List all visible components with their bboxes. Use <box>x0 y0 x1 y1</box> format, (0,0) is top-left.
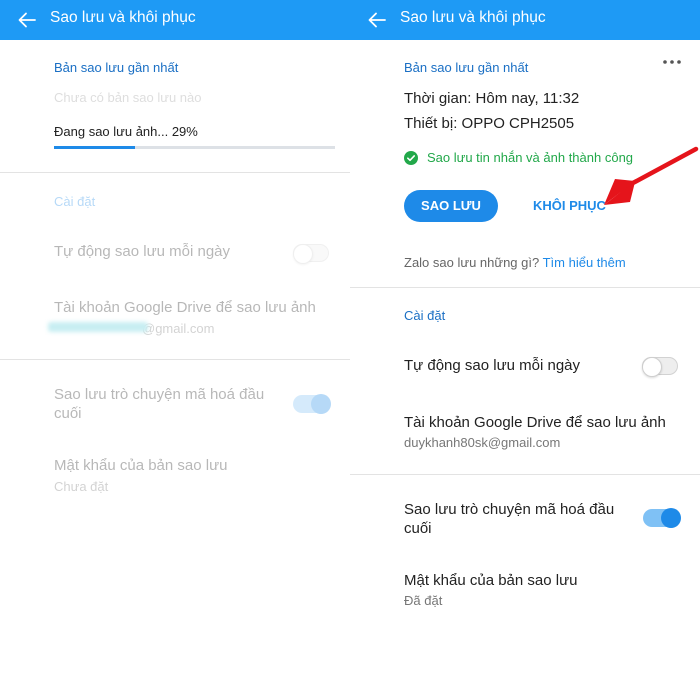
divider <box>350 474 700 475</box>
e2ee-backup-label-line2: cuối <box>54 405 82 422</box>
e2ee-backup-label-line1: Sao lưu trò chuyện mã hoá đầu <box>54 386 265 403</box>
no-backup-text: Chưa có bản sao lưu nào <box>54 90 202 105</box>
redacted-email-mask <box>48 322 148 332</box>
google-drive-label: Tài khoản Google Drive để sao lưu ảnh <box>54 299 316 316</box>
backup-password-status: Chưa đặt <box>54 479 109 494</box>
backup-device: Thiết bị: OPPO CPH2505 <box>404 115 575 132</box>
red-arrow-icon <box>604 146 699 205</box>
auto-backup-label: Tự động sao lưu mỗi ngày <box>54 243 231 260</box>
divider <box>350 287 700 288</box>
e2ee-backup-label-line2: cuối <box>404 520 432 537</box>
divider <box>0 172 350 173</box>
learn-more-link[interactable]: Tìm hiểu thêm <box>543 255 626 270</box>
e2ee-backup-label-line1: Sao lưu trò chuyện mã hoá đầu <box>404 501 615 518</box>
e2ee-backup-toggle[interactable] <box>643 508 681 528</box>
app-header: Sao lưu và khôi phục <box>0 0 350 40</box>
back-arrow-icon[interactable] <box>368 12 386 28</box>
right-screen: Sao lưu và khôi phục Bản sao lưu gần nhấ… <box>350 0 700 700</box>
check-circle-icon <box>404 151 418 165</box>
left-screen: Sao lưu và khôi phục Bản sao lưu gần nhấ… <box>0 0 350 700</box>
progress-label: Đang sao lưu ảnh... 29% <box>54 124 198 139</box>
back-arrow-icon[interactable] <box>18 12 36 28</box>
auto-backup-toggle[interactable] <box>293 244 329 264</box>
e2ee-backup-toggle[interactable] <box>293 394 331 414</box>
divider <box>0 359 350 360</box>
backup-button[interactable]: SAO LƯU <box>404 190 498 222</box>
google-drive-email[interactable]: duykhanh80sk@gmail.com <box>404 435 560 450</box>
backup-password-label[interactable]: Mật khẩu của bản sao lưu <box>54 457 227 474</box>
page-title: Sao lưu và khôi phục <box>400 9 546 26</box>
settings-title: Cài đặt <box>54 194 96 209</box>
backup-info-text: Zalo sao lưu những gì? <box>404 255 540 270</box>
backup-info-row: Zalo sao lưu những gì? Tìm hiểu thêm <box>404 255 626 270</box>
backup-progress-fill <box>54 146 136 149</box>
backup-time: Thời gian: Hôm nay, 11:32 <box>404 90 580 107</box>
latest-backup-title: Bản sao lưu gần nhất <box>404 60 529 75</box>
latest-backup-title: Bản sao lưu gần nhất <box>54 60 179 75</box>
backup-password-status: Đã đặt <box>404 593 443 608</box>
backup-progress-bar <box>54 146 335 149</box>
auto-backup-toggle[interactable] <box>642 357 678 377</box>
google-drive-email[interactable]: @gmail.com <box>142 321 214 336</box>
google-drive-label: Tài khoản Google Drive để sao lưu ảnh <box>404 414 666 431</box>
backup-password-label[interactable]: Mật khẩu của bản sao lưu <box>404 572 577 589</box>
more-options-icon[interactable] <box>660 54 684 70</box>
app-header: Sao lưu và khôi phục <box>350 0 700 40</box>
page-title: Sao lưu và khôi phục <box>50 9 196 26</box>
settings-title: Cài đặt <box>404 308 446 323</box>
auto-backup-label: Tự động sao lưu mỗi ngày <box>404 357 581 374</box>
